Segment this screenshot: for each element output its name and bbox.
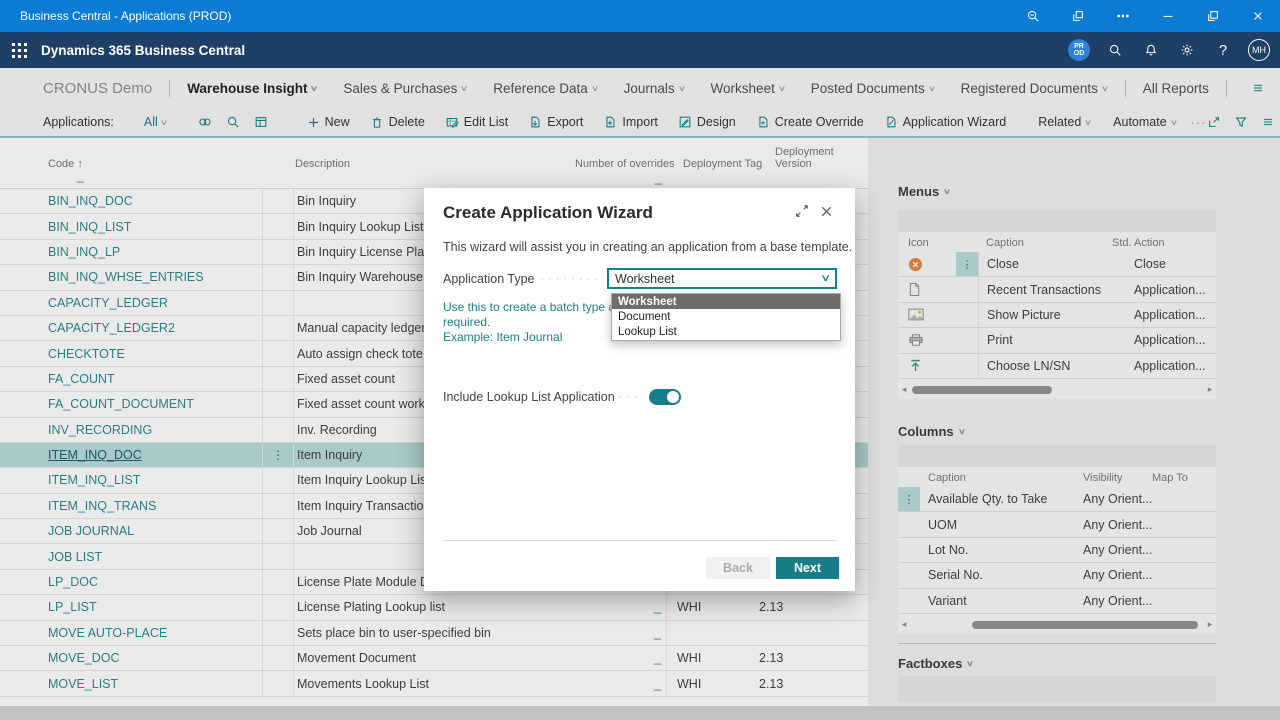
search-icon[interactable]	[1104, 39, 1126, 61]
expand-dialog-icon[interactable]	[795, 204, 809, 218]
include-lookup-list-toggle[interactable]	[649, 389, 681, 405]
application-type-label: Application Type	[443, 272, 535, 286]
application-type-combobox[interactable]: Worksheet ∨	[607, 268, 837, 289]
dialog-intro-text: This wizard will assist you in creating …	[443, 240, 852, 254]
app-launcher-icon[interactable]	[0, 32, 38, 68]
next-button[interactable]: Next	[776, 557, 839, 579]
popout-icon[interactable]	[1055, 0, 1100, 32]
dropdown-option[interactable]: Worksheet	[612, 294, 840, 309]
minimize-icon[interactable]	[1145, 0, 1190, 32]
more-icon[interactable]	[1100, 0, 1145, 32]
dropdown-option[interactable]: Lookup List	[612, 325, 840, 340]
settings-gear-icon[interactable]	[1176, 39, 1198, 61]
close-icon[interactable]	[1235, 0, 1280, 32]
app-header: Dynamics 365 Business Central PROD ? MH	[0, 32, 1280, 68]
application-type-dropdown: WorksheetDocumentLookup List	[611, 293, 841, 341]
window-titlebar: Business Central - Applications (PROD)	[0, 0, 1280, 32]
zoomout-icon[interactable]	[1010, 0, 1055, 32]
notifications-bell-icon[interactable]	[1140, 39, 1162, 61]
dialog-title: Create Application Wizard	[443, 203, 653, 223]
create-application-wizard-dialog: Create Application Wizard This wizard wi…	[424, 188, 855, 591]
back-button[interactable]: Back	[706, 557, 770, 579]
environment-badge: PROD	[1068, 39, 1090, 61]
help-icon[interactable]: ?	[1212, 39, 1234, 61]
close-dialog-icon[interactable]	[819, 204, 834, 219]
chevron-down-icon: ∨	[820, 273, 831, 284]
user-avatar[interactable]: MH	[1248, 39, 1270, 61]
window-controls	[1010, 0, 1280, 32]
dropdown-option[interactable]: Document	[612, 309, 840, 324]
product-title: Dynamics 365 Business Central	[41, 43, 245, 58]
include-lookup-list-label: Include Lookup List Application	[443, 390, 615, 404]
restore-icon[interactable]	[1190, 0, 1235, 32]
window-title: Business Central - Applications (PROD)	[20, 9, 231, 23]
